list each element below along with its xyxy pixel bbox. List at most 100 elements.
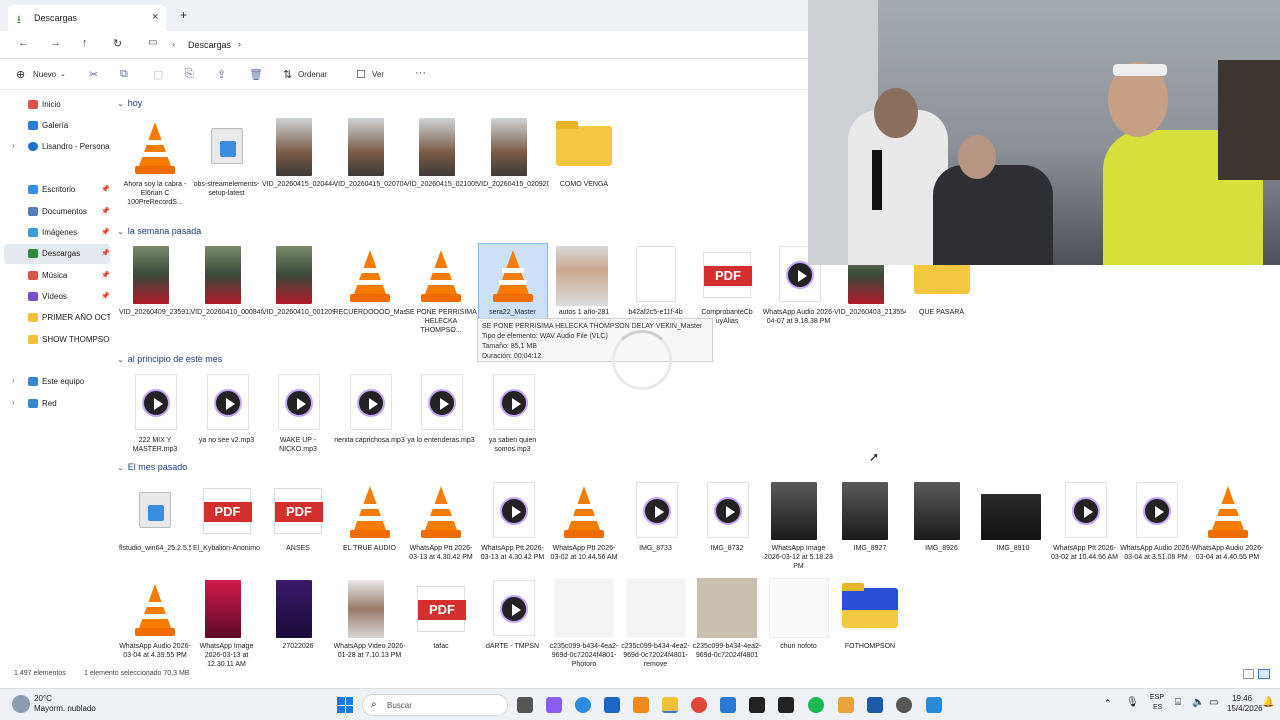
- share-icon[interactable]: ⇪: [217, 68, 226, 81]
- file-item[interactable]: dARTE - TMPSN: [479, 578, 547, 674]
- expand-chevron-icon[interactable]: ›: [12, 141, 15, 150]
- file-item[interactable]: PDF ANSES: [264, 480, 332, 576]
- back-icon[interactable]: ←: [18, 37, 29, 49]
- file-item[interactable]: 27022026: [264, 578, 332, 674]
- cut-icon[interactable]: ✂: [89, 68, 98, 81]
- windows-start-icon[interactable]: [337, 697, 353, 713]
- file-item[interactable]: WhatsApp Audio 2026-03-04 at 4.39.55 PM: [119, 578, 191, 674]
- sidebar-item-documentos[interactable]: Documentos 📌: [0, 202, 110, 222]
- file-item[interactable]: c235c099-b434-4ea2-969d-0c72024f4801-rem…: [621, 578, 690, 674]
- file-item[interactable]: ya saben quien somos.mp3: [479, 372, 547, 468]
- view-button[interactable]: Ver: [372, 70, 384, 79]
- file-item[interactable]: COMO VENGA: [550, 116, 618, 212]
- file-item[interactable]: WhatsApp Ptt 2026-03-13 at 4.30.42 PM: [407, 480, 475, 576]
- language-code[interactable]: ESP: [1150, 694, 1164, 701]
- copilot-icon[interactable]: [546, 697, 562, 713]
- file-item[interactable]: IMG_8732: [693, 480, 761, 576]
- sidebar-item-onedrive[interactable]: › Lisandro - Personal: [0, 137, 110, 157]
- refresh-icon[interactable]: ↻: [113, 37, 122, 50]
- more-options-button[interactable]: ···: [415, 67, 426, 79]
- clock-time[interactable]: 19:46: [1232, 694, 1252, 703]
- file-item[interactable]: VID_20260410_001209706: [262, 244, 334, 340]
- photos-icon[interactable]: [926, 697, 942, 713]
- language-region[interactable]: ES: [1153, 704, 1162, 711]
- monitor-icon[interactable]: ▭: [148, 37, 157, 48]
- forward-icon[interactable]: →: [50, 37, 61, 49]
- expand-chevron-icon[interactable]: ›: [12, 398, 15, 407]
- breadcrumb-chevron-icon[interactable]: ›: [238, 39, 241, 49]
- file-item[interactable]: IMG_8733: [622, 480, 690, 576]
- file-item[interactable]: WhatsApp Video 2026-01-28 at 7.10.13 PM: [334, 578, 405, 674]
- file-item[interactable]: IMG_8910: [979, 480, 1047, 576]
- file-item[interactable]: PDF El_Kybalion-Anonimo: [193, 480, 261, 576]
- capcut-2-icon[interactable]: [778, 697, 794, 713]
- fl-studio-icon[interactable]: [838, 697, 854, 713]
- file-item[interactable]: IMG_8927: [836, 480, 904, 576]
- new-icon[interactable]: ⊕: [16, 68, 25, 81]
- close-tab-icon[interactable]: ×: [152, 11, 158, 23]
- group-header-today[interactable]: ⌄ hoy: [117, 98, 142, 108]
- network-tray-icon[interactable]: ⌸: [1175, 697, 1181, 708]
- file-item[interactable]: VID_20260415_020704802: [334, 116, 406, 212]
- spotify-icon[interactable]: [808, 697, 824, 713]
- file-item[interactable]: WhatsApp Image 2026-03-13 at 12.30.11 AM: [193, 578, 261, 674]
- weather-icon[interactable]: [12, 695, 30, 713]
- file-item[interactable]: VID_20260415_021005253: [405, 116, 477, 212]
- sort-button[interactable]: Ordenar: [298, 70, 327, 79]
- tray-chevron-icon[interactable]: ⌃: [1104, 698, 1112, 709]
- sidebar-item-musica[interactable]: Música 📌: [0, 266, 110, 286]
- file-item[interactable]: ya no see v2.mp3: [193, 372, 261, 468]
- file-item[interactable]: PDF tafac: [407, 578, 475, 674]
- word-icon[interactable]: [867, 697, 883, 713]
- weather-desc[interactable]: Mayorm. nublado: [34, 704, 96, 713]
- delete-icon[interactable]: 🗑: [249, 68, 263, 81]
- clock-date[interactable]: 15/4/2026: [1227, 704, 1263, 713]
- outlook-icon[interactable]: [604, 697, 620, 713]
- sidebar-item-red[interactable]: › Red: [0, 394, 110, 414]
- copy-icon[interactable]: ⧉: [120, 68, 128, 81]
- file-item[interactable]: EL TRUE AUDIO: [336, 480, 404, 576]
- file-item[interactable]: obs-streamelements-setup-latest: [193, 116, 261, 212]
- file-item[interactable]: WhatsApp Audio 2026-03-04 at 4.40.55 PM: [1192, 480, 1263, 576]
- file-item[interactable]: WAKE UP - NICKO.mp3: [264, 372, 332, 468]
- file-item[interactable]: VID_20260415_020920556: [477, 116, 549, 212]
- sidebar-item-escritorio[interactable]: Escritorio 📌: [0, 180, 110, 200]
- tab-descargas[interactable]: ⭳ Descargas ×: [8, 5, 166, 31]
- sidebar-item-descargas[interactable]: Descargas 📌: [4, 244, 110, 264]
- file-item[interactable]: nenita caprichosa.mp3: [334, 372, 405, 468]
- edge-icon[interactable]: [575, 697, 591, 713]
- file-item[interactable]: FOTHOMPSON: [836, 578, 904, 674]
- volume-icon[interactable]: 🔈: [1192, 697, 1204, 708]
- sidebar-item-videos[interactable]: Vídeos 📌: [0, 287, 110, 307]
- file-item[interactable]: c235c099-b434-4ea2-969d-0c72024f4801-Pho…: [550, 578, 618, 674]
- thumbnail-view-icon[interactable]: [1258, 669, 1270, 679]
- chrome-icon[interactable]: [691, 697, 707, 713]
- file-item[interactable]: WhatsApp Ptt 2026-03-13 at 4.30.42 PM: [479, 480, 547, 576]
- new-tab-button[interactable]: +: [180, 8, 187, 22]
- obs-icon[interactable]: [896, 697, 912, 713]
- view-icon[interactable]: ☐: [356, 68, 366, 81]
- file-item[interactable]: Ahora soy la cabra - El6rian C 100PreRec…: [121, 116, 189, 212]
- sort-icon[interactable]: ⇅: [283, 68, 292, 81]
- microphone-tray-icon[interactable]: 🎙: [1126, 697, 1139, 708]
- sidebar-item-primer-ano[interactable]: PRIMER AÑO OCTI: [0, 308, 110, 328]
- file-item[interactable]: RECUERDOOOO_Master: [334, 244, 406, 340]
- group-header-this-month[interactable]: ⌄ al principio de este mes: [117, 354, 222, 364]
- group-header-last-week[interactable]: ⌄ la semana pasada: [117, 226, 201, 236]
- file-item[interactable]: WhatsApp Ptt 2026-03-02 at 10.44.56 AM: [550, 480, 618, 576]
- paste-icon[interactable]: ▢: [153, 68, 163, 81]
- file-item[interactable]: c235c099-b434-4ea2-969d-0c72024f4801: [693, 578, 761, 674]
- file-item[interactable]: WhatsApp Ptt 2026-03-02 at 10.44.56 AM: [1051, 480, 1119, 576]
- up-icon[interactable]: ↑: [82, 37, 88, 49]
- file-item[interactable]: IMG_8926: [908, 480, 976, 576]
- file-item[interactable]: flstudio_win64_25.2.5.5319: [119, 480, 191, 576]
- file-item[interactable]: ya lo entenderas.mp3: [407, 372, 475, 468]
- details-view-icon[interactable]: [1243, 669, 1254, 679]
- battery-icon[interactable]: ▭: [1209, 697, 1218, 708]
- file-item[interactable]: churi nofoto: [765, 578, 833, 674]
- file-item[interactable]: VID_20260415_020444481: [262, 116, 334, 212]
- vlc-icon[interactable]: [633, 697, 649, 713]
- file-explorer-icon[interactable]: [662, 697, 678, 713]
- sidebar-item-show-thompson[interactable]: SHOW THOMPSON: [0, 330, 110, 350]
- file-item[interactable]: VID_20260410_000840461: [191, 244, 263, 340]
